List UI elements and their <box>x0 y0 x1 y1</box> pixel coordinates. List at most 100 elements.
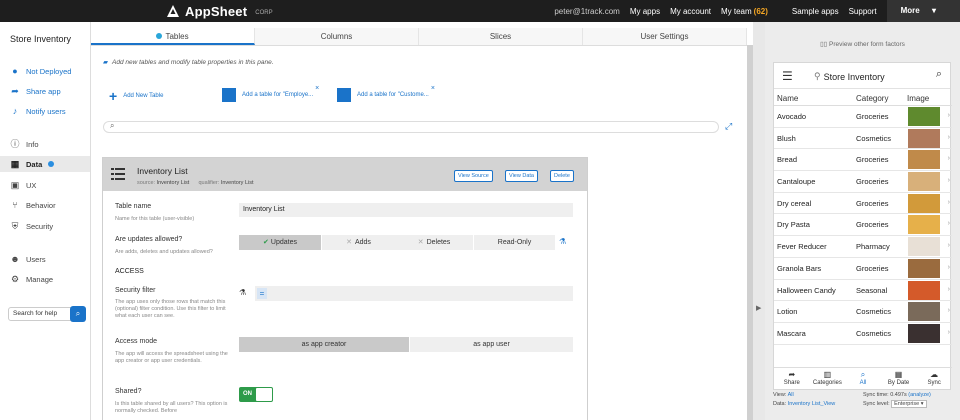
row-category: Groceries <box>856 155 889 165</box>
table-search-input[interactable]: ⌕ <box>103 121 719 133</box>
column-header-name[interactable]: Name <box>777 94 798 103</box>
sidebar-item-data[interactable]: ▦ Data <box>0 156 90 172</box>
column-header-image[interactable]: Image <box>907 94 929 103</box>
search-icon[interactable]: ⌕ <box>936 68 942 81</box>
brand[interactable]: AppSheet CORP <box>165 3 273 19</box>
updates-option-read-only[interactable]: Read-Only <box>474 235 555 250</box>
table-name-label: Table name <box>115 203 152 210</box>
table-row[interactable]: Lotion Cosmetics › <box>774 301 952 323</box>
table-name-desc: Name for this table (user-visible) <box>115 216 195 222</box>
updates-option-adds[interactable]: ✕ Adds <box>322 235 395 250</box>
sidebar-item-notify-users[interactable]: ♪ Notify users <box>10 106 91 116</box>
row-name: Avocado <box>777 112 807 121</box>
sidebar-item-not-deployed[interactable]: ● Not Deployed <box>10 66 91 76</box>
help-search-button[interactable]: ⌕ <box>70 306 86 322</box>
row-category: Pharmacy <box>856 242 890 252</box>
row-category: Cosmetics <box>856 328 892 338</box>
table-row[interactable]: Dry cereal Groceries › <box>774 193 952 215</box>
my-apps-link[interactable]: My apps <box>630 7 660 16</box>
view-data-button[interactable]: View Data <box>505 170 538 182</box>
add-customer-label: Add a table for "Custome... <box>357 92 429 98</box>
add-new-table-button[interactable]: + Add New Table <box>109 88 163 104</box>
analyze-link[interactable]: (analyze) <box>908 392 931 398</box>
sidebar-item-security[interactable]: ⛨ Security <box>10 221 91 231</box>
data-value-link[interactable]: Inventory List_View <box>788 401 836 407</box>
sync-level-label: Sync level: <box>863 401 890 407</box>
access-mode-user[interactable]: as app user <box>410 337 573 352</box>
preview-collapse-gutter[interactable]: ▶ <box>753 22 765 420</box>
close-icon[interactable]: × <box>315 85 319 92</box>
my-team-link[interactable]: My team (62) <box>721 7 778 16</box>
row-name: Halloween Candy <box>777 285 836 295</box>
my-account-link[interactable]: My account <box>670 7 711 16</box>
flask-icon[interactable]: ⚗ <box>559 237 566 246</box>
source-label: source: <box>137 180 156 186</box>
footer-label: Sync <box>927 380 941 386</box>
updates-allowed-label: Are updates allowed? <box>115 236 183 243</box>
footer-share[interactable]: ➦ Share <box>774 368 810 389</box>
footer-categories[interactable]: ▥ Categories <box>810 368 846 389</box>
sync-time-label: Sync time: 0.497s <box>863 392 907 398</box>
grid-icon: ▦ <box>10 159 20 169</box>
table-row[interactable]: Halloween Candy Seasonal › <box>774 280 952 302</box>
table-row[interactable]: Avocado Groceries › <box>774 106 952 128</box>
sidebar-item-label: Users <box>26 254 46 264</box>
updates-option-deletes[interactable]: ✕ Deletes <box>395 235 473 250</box>
table-row[interactable]: Dry Pasta Groceries › <box>774 214 952 237</box>
sidebar-item-share-app[interactable]: ➦ Share app <box>10 86 91 96</box>
add-customer-table-button[interactable]: Add a table for "Custome... × <box>337 85 439 102</box>
more-menu[interactable]: More ▾ <box>886 0 960 22</box>
access-mode-label: Access mode <box>115 338 158 345</box>
table-row[interactable]: Cantaloupe Groceries › <box>774 171 952 193</box>
sidebar-item-label: Manage <box>26 274 54 284</box>
row-image <box>908 237 940 257</box>
hamburger-menu-icon[interactable]: ☰ <box>782 69 793 83</box>
flask-icon[interactable]: ⚗ <box>239 288 246 297</box>
security-filter-label: Security filter <box>115 287 156 294</box>
table-row[interactable]: Blush Cosmetics › <box>774 128 952 150</box>
table-card-header[interactable]: Inventory List source: Inventory List qu… <box>103 158 587 191</box>
footer-all[interactable]: ⌕ All <box>845 368 881 389</box>
table-row[interactable]: Fever Reducer Pharmacy › <box>774 236 952 258</box>
close-icon[interactable]: × <box>431 85 435 92</box>
sync-level-select[interactable]: Enterprise ▾ <box>891 400 927 408</box>
access-mode-creator[interactable]: as app creator <box>239 337 409 352</box>
view-value-link[interactable]: All <box>788 392 794 398</box>
tab-columns[interactable]: Columns <box>255 28 419 45</box>
tab-tables[interactable]: Tables <box>91 28 255 45</box>
table-row[interactable]: Bread Groceries › <box>774 149 952 172</box>
row-category: Seasonal <box>856 285 888 295</box>
shared-toggle[interactable]: ON <box>239 387 273 402</box>
caret-down-icon: ▾ <box>931 6 936 15</box>
row-name: Lotion <box>777 307 798 317</box>
sample-apps-link[interactable]: Sample apps <box>792 7 839 16</box>
row-image <box>908 128 940 148</box>
footer-sync[interactable]: ☁ Sync <box>916 368 952 389</box>
table-row[interactable]: Mascara Cosmetics › <box>774 323 952 345</box>
row-image <box>908 107 940 126</box>
expand-icon[interactable]: ⤢ <box>725 121 732 132</box>
security-filter-input[interactable] <box>255 286 573 301</box>
sidebar-item-behavior[interactable]: ⑂ Behavior <box>10 200 91 210</box>
view-source-button[interactable]: View Source <box>454 170 493 182</box>
share-icon: ➦ <box>11 86 19 96</box>
sidebar-item-ux[interactable]: ▣ UX <box>10 180 91 190</box>
footer-by-date[interactable]: ▦ By Date <box>881 368 917 389</box>
sidebar-item-manage[interactable]: ⚙ Manage <box>10 274 91 284</box>
add-employee-table-button[interactable]: Add a table for "Employe... × <box>222 85 323 102</box>
chevron-right-icon: › <box>947 198 950 206</box>
delete-table-button[interactable]: Delete <box>550 170 574 182</box>
chevron-right-icon: ▶ <box>756 305 762 312</box>
sidebar-item-users[interactable]: ☻ Users <box>10 254 91 264</box>
table-row[interactable]: Granola Bars Groceries › <box>774 258 952 280</box>
column-header-category[interactable]: Category <box>856 94 888 103</box>
tab-slices[interactable]: Slices <box>419 28 583 45</box>
tab-user-settings[interactable]: User Settings <box>583 28 747 45</box>
sidebar-item-info[interactable]: ⓘ Info <box>10 139 91 149</box>
preview-form-factors-link[interactable]: ▯▯ Preview other form factors <box>765 40 960 48</box>
support-link[interactable]: Support <box>849 7 877 16</box>
pane-hint-text: Add new tables and modify table properti… <box>112 58 274 66</box>
updates-option-updates[interactable]: ✔ Updates <box>239 235 321 250</box>
table-name-input[interactable]: Inventory List <box>239 203 573 217</box>
gears-icon: ⚙ <box>10 274 20 284</box>
